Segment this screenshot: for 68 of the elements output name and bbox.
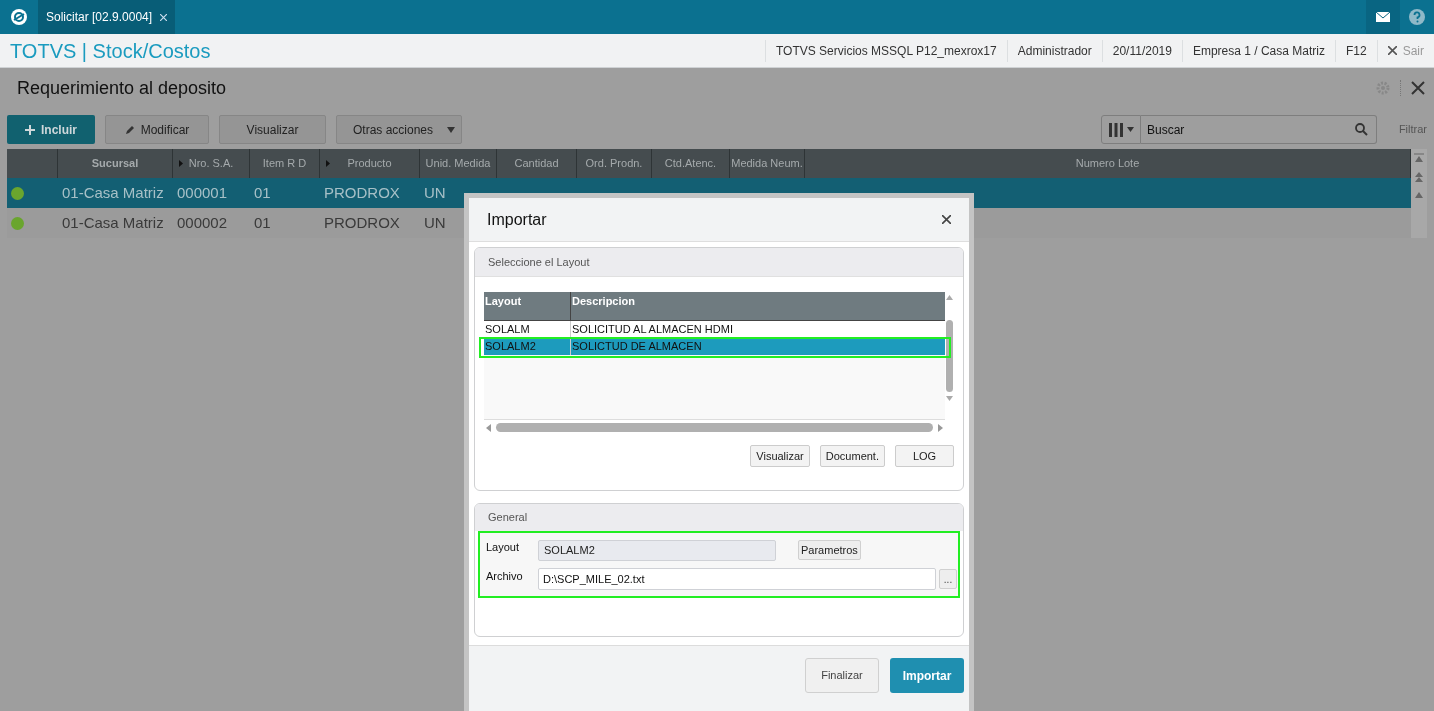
header-info: Empresa 1 / Casa Matriz xyxy=(1181,39,1335,62)
panel-button[interactable]: LOG xyxy=(895,445,954,467)
caret-icon xyxy=(447,126,455,133)
dialog-title: Importar xyxy=(487,209,547,230)
tab[interactable]: Solicitar [02.9.0004] xyxy=(38,0,176,34)
modify-button[interactable]: Modificar xyxy=(105,115,209,144)
table-cell-text: PRODROX xyxy=(324,182,400,203)
table-cell-text: 01 xyxy=(254,212,271,233)
column-header[interactable]: Descripcion xyxy=(571,292,945,320)
header-info: TOTVS Servicios MSSQL P12_mexrox17 xyxy=(764,39,1007,62)
table-cell-text: UN xyxy=(424,212,446,233)
close-icon[interactable] xyxy=(1411,81,1425,95)
filter-link[interactable]: Filtrar xyxy=(1387,115,1427,144)
panel-title: General xyxy=(488,510,528,526)
columns-button[interactable] xyxy=(1101,115,1141,144)
table-cell-text: 000002 xyxy=(177,212,228,233)
table-cell-text: SOLICTUD DE ALMACEN xyxy=(572,339,702,355)
close-icon xyxy=(1387,46,1397,55)
header-info: Administrador xyxy=(1006,39,1102,62)
panel-title: Seleccione el Layout xyxy=(488,254,590,270)
search-field[interactable]: Buscar xyxy=(1141,115,1377,144)
table-cell-text: PRODROX xyxy=(324,212,400,233)
header-info: F12 xyxy=(1334,39,1377,62)
table-cell-text: SOLICITUD AL ALMACEN HDMI xyxy=(572,322,733,338)
include-button[interactable]: Incluir xyxy=(7,115,95,144)
search-input[interactable]: Buscar xyxy=(1141,120,1355,139)
file-field[interactable]: D:\SCP_MILE_02.txt xyxy=(538,568,936,590)
import-button[interactable]: Importar xyxy=(890,658,964,693)
table-cell-text: SOLALM xyxy=(485,322,530,338)
field-label: Layout xyxy=(485,540,521,555)
panel-button[interactable]: Visualizar xyxy=(750,445,810,467)
layout-field: SOLALM2 xyxy=(538,539,776,561)
page-title: Requerimiento al deposito xyxy=(16,76,227,100)
table-cell-text: 01-Casa Matriz xyxy=(62,212,164,233)
help-icon[interactable] xyxy=(1409,9,1425,25)
table-cell-text: UN xyxy=(424,182,446,203)
columns-icon[interactable] xyxy=(1108,122,1123,137)
scroll-right-icon[interactable] xyxy=(935,422,945,433)
vertical-scrollbar[interactable] xyxy=(946,320,953,392)
table-cell-text: SOLALM2 xyxy=(485,339,536,355)
browse-button[interactable]: ... xyxy=(939,569,957,589)
more-actions-button[interactable]: Otras acciones xyxy=(336,115,462,144)
app-title: TOTVS | Stock/Costos xyxy=(9,38,211,64)
parameters-button[interactable]: Parametros xyxy=(798,540,861,560)
page-up-icon[interactable] xyxy=(1414,171,1424,183)
scroll-left-icon[interactable] xyxy=(484,422,494,433)
close-icon[interactable] xyxy=(942,215,951,224)
pencil-icon xyxy=(124,124,135,135)
header-info: 20/11/2019 xyxy=(1101,39,1182,62)
table-cell-text: 01-Casa Matriz xyxy=(62,182,164,203)
scroll-top-icon[interactable] xyxy=(1414,153,1424,163)
horizontal-scrollbar[interactable] xyxy=(496,423,933,432)
column-header[interactable]: Layout xyxy=(484,292,571,320)
table-cell-text: 01 xyxy=(254,182,271,203)
table-cell-text: 000001 xyxy=(177,182,228,203)
scroll-down-icon[interactable] xyxy=(946,396,953,401)
finish-button[interactable]: Finalizar xyxy=(805,658,879,693)
search-icon[interactable] xyxy=(1355,123,1368,136)
plus-icon xyxy=(25,124,35,135)
logo-icon xyxy=(10,8,28,26)
field-label: Archivo xyxy=(485,569,524,584)
mail-icon[interactable] xyxy=(1376,12,1390,22)
caret-icon xyxy=(1126,127,1134,132)
exit-button[interactable]: Sair xyxy=(1376,39,1434,62)
scroll-up-icon[interactable] xyxy=(946,295,953,300)
panel-button[interactable]: Document. xyxy=(819,445,885,467)
scroll-up-icon[interactable] xyxy=(1414,191,1424,199)
view-button[interactable]: Visualizar xyxy=(219,115,326,144)
